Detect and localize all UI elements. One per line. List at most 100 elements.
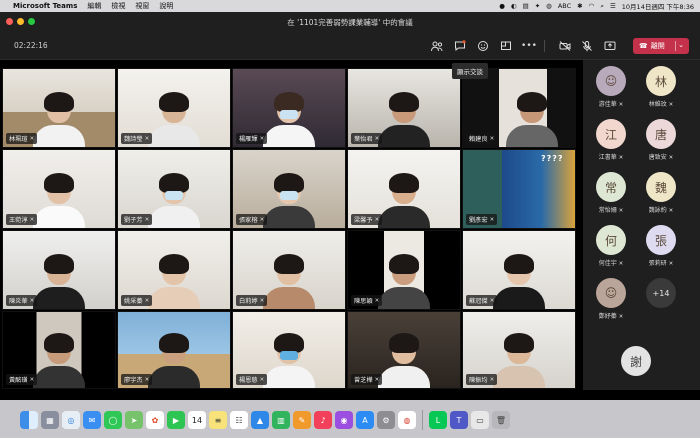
participant-roster: ☺ 游佳華 ✕ 林 林維玟 ✕ 江 江書華 ✕ 唐 唐致安 ✕ 常 常怡姍 ✕ … <box>583 60 700 390</box>
video-tile[interactable]: 張家榕 ✕ <box>232 149 346 229</box>
menu-view[interactable]: 檢視 <box>111 1 125 11</box>
menu-window[interactable]: 視窗 <box>135 1 149 11</box>
participants-icon[interactable] <box>430 39 444 53</box>
bluetooth-icon[interactable]: ✱ <box>577 2 582 10</box>
roster-participant-name: 鄭妤蓁 <box>598 313 617 320</box>
video-tile[interactable]: 梁馨予 ✕ <box>347 149 461 229</box>
leave-button[interactable]: ☎ 離開 ⌄ <box>633 38 689 54</box>
camera-off-icon[interactable] <box>558 39 572 53</box>
video-tile[interactable]: 白莉婷 ✕ <box>232 230 346 310</box>
safari-icon[interactable]: ◎ <box>62 411 80 429</box>
video-tile[interactable]: 魏詩瑩 ✕ <box>117 68 231 148</box>
roster-participant[interactable]: 何 何佳宇 ✕ <box>591 225 631 267</box>
video-tile[interactable]: 陳振均 ✕ <box>462 311 576 389</box>
video-tile[interactable]: 廖宇杰 ✕ <box>117 311 231 389</box>
launchpad-icon[interactable]: ▦ <box>41 411 59 429</box>
teams-icon[interactable]: T <box>450 411 468 429</box>
more-participants-button[interactable]: +14 <box>641 278 681 308</box>
pages-icon[interactable]: ✎ <box>293 411 311 429</box>
participant-name: 劉彥宏 <box>469 217 488 224</box>
roster-participant[interactable]: 張 張莉研 ✕ <box>641 225 681 267</box>
video-tile[interactable]: ???? 劉彥宏 ✕ <box>462 149 576 229</box>
more-options-icon[interactable]: ••• <box>521 39 537 53</box>
video-tile[interactable]: 賴建良 ✕ <box>462 68 576 148</box>
chat-icon[interactable] <box>453 39 467 53</box>
status-icon-2[interactable]: ◐ <box>511 2 517 10</box>
line-icon[interactable]: L <box>429 411 447 429</box>
mail-icon[interactable]: ✉ <box>83 411 101 429</box>
menu-help[interactable]: 說明 <box>159 1 173 11</box>
avatar: 唐 <box>646 119 676 149</box>
finder-icon[interactable] <box>20 411 38 429</box>
video-tile[interactable]: 蘇冠傑 ✕ <box>462 230 576 310</box>
video-tile[interactable]: 楊雁輝 ✕ <box>232 68 346 148</box>
maps-icon[interactable]: ➤ <box>125 411 143 429</box>
video-tile[interactable]: 王菀淳 ✕ <box>2 149 116 229</box>
roster-participant[interactable]: 謝 <box>616 346 656 376</box>
video-tile[interactable]: 陳思穎 ✕ <box>347 230 461 310</box>
rooms-icon[interactable] <box>499 39 513 53</box>
chrome-icon[interactable]: ◍ <box>398 411 416 429</box>
podcasts-icon[interactable]: ◉ <box>335 411 353 429</box>
music-icon[interactable]: ♪ <box>314 411 332 429</box>
video-tile[interactable]: 劉子芳 ✕ <box>117 149 231 229</box>
status-icon-1[interactable]: ● <box>499 2 505 10</box>
mic-muted-icon: ✕ <box>668 102 674 108</box>
trash-icon[interactable]: 🗑 <box>492 411 510 429</box>
avatar: 江 <box>596 119 626 149</box>
status-icon-3[interactable]: ▤ <box>523 2 529 10</box>
notes-icon[interactable]: ≡ <box>209 411 227 429</box>
reminders-icon[interactable]: ☷ <box>230 411 248 429</box>
numbers-icon[interactable]: ▥ <box>272 411 290 429</box>
close-window-button[interactable] <box>6 18 13 25</box>
control-center-icon[interactable]: ☰ <box>610 2 616 10</box>
window-controls <box>6 18 35 25</box>
status-icon-4[interactable]: ✦ <box>535 2 540 10</box>
roster-participant[interactable]: 魏 魏詠約 ✕ <box>641 172 681 214</box>
mic-muted-icon: ✕ <box>29 297 35 304</box>
app-store-icon[interactable]: A <box>356 411 374 429</box>
mic-muted-icon: ✕ <box>374 216 380 223</box>
roster-participant[interactable]: ☺ 游佳華 ✕ <box>591 66 631 108</box>
messages-icon[interactable]: ◯ <box>104 411 122 429</box>
video-tile[interactable]: 曾芝樺 ✕ <box>347 311 461 389</box>
status-icon-5[interactable]: ◍ <box>546 2 552 10</box>
roster-participant[interactable]: ☺ 鄭妤蓁 ✕ <box>591 278 631 320</box>
participant-name-label: 王菀淳 ✕ <box>6 214 38 225</box>
roster-participant[interactable]: 林 林維玟 ✕ <box>641 66 681 108</box>
minimize-window-button[interactable] <box>17 18 24 25</box>
roster-participant[interactable]: 唐 唐致安 ✕ <box>641 119 681 161</box>
app-menu[interactable]: Microsoft Teams <box>13 2 77 10</box>
roster-participant[interactable]: 江 江書華 ✕ <box>591 119 631 161</box>
input-source-indicator[interactable]: ABC <box>558 2 571 10</box>
zoom-window-button[interactable] <box>28 18 35 25</box>
photos-icon[interactable]: ✿ <box>146 411 164 429</box>
spotlight-search-icon[interactable]: ⌕ <box>600 2 604 11</box>
mic-muted-icon[interactable] <box>580 39 594 53</box>
chevron-down-icon[interactable]: ⌄ <box>678 41 684 49</box>
video-tile[interactable]: 姚采蓁 ✕ <box>117 230 231 310</box>
keynote-icon[interactable]: ▲ <box>251 411 269 429</box>
video-tile[interactable]: 林珮瑄 ✕ <box>2 68 116 148</box>
system-settings-icon[interactable]: ⚙ <box>377 411 395 429</box>
video-tile[interactable]: 陳炎華 ✕ <box>2 230 116 310</box>
wifi-icon[interactable]: ◠ <box>589 2 595 10</box>
roster-participant[interactable]: 常 常怡姍 ✕ <box>591 172 631 214</box>
menu-edit[interactable]: 編輯 <box>87 1 101 11</box>
video-grid: 林珮瑄 ✕ 魏詩瑩 ✕ 楊雁輝 ✕ 葉怡君 ✕ 賴建良 ✕ 王菀淳 ✕ 劉子芳 ✕ 張家榕 ✕ <box>0 66 580 390</box>
calendar-icon[interactable]: 14 <box>188 411 206 429</box>
participant-name: 林珮瑄 <box>9 136 28 143</box>
mic-muted-icon: ✕ <box>374 376 380 383</box>
share-screen-icon[interactable] <box>603 39 617 53</box>
video-tile[interactable]: 葉怡君 ✕ <box>347 68 461 148</box>
preview-icon[interactable]: ▭ <box>471 411 489 429</box>
video-tile[interactable]: 楊恩慈 ✕ <box>232 311 346 389</box>
participant-name-label: 曾芝樺 ✕ <box>351 374 383 385</box>
reactions-icon[interactable] <box>476 39 490 53</box>
meeting-control-bar: 02:22:16 ••• ☎ 離開 ⌄ <box>0 32 700 60</box>
participant-name: 陳炎華 <box>9 298 28 305</box>
facetime-icon[interactable]: ▶ <box>167 411 185 429</box>
participant-name-label: 陳思穎 ✕ <box>351 295 383 306</box>
video-tile[interactable]: 黃酩璜 ✕ <box>2 311 116 389</box>
menubar-clock[interactable]: 10月14日週四 下午8:36 <box>622 1 694 11</box>
